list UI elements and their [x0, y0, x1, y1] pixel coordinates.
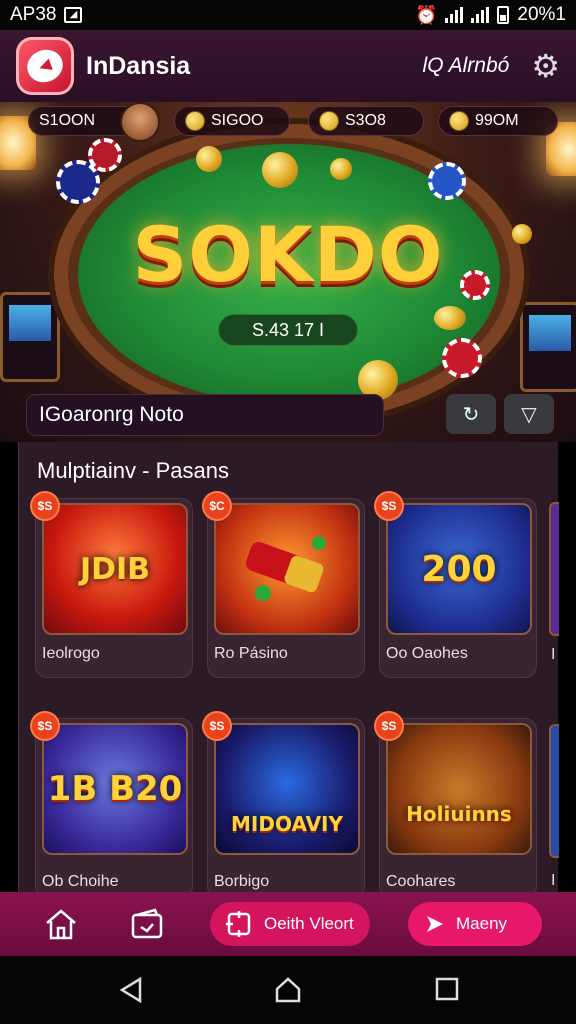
nav-button-menu[interactable]: Maeny — [408, 902, 542, 946]
frame-icon — [226, 911, 251, 937]
game-badge: $S — [376, 713, 402, 739]
send-icon — [427, 916, 443, 932]
game-badge: $S — [376, 493, 402, 519]
recents-icon[interactable] — [434, 976, 460, 1007]
system-nav-bar — [0, 956, 576, 1024]
balance-row: S1OON SIGOO S3O8 99OM — [0, 102, 576, 142]
balance-pill[interactable]: S3O8 — [308, 106, 424, 136]
nav-button-primary[interactable]: Oeith Vleort — [210, 902, 370, 946]
game-card[interactable]: Holiuinns $S Coohares — [376, 713, 537, 898]
game-label: Borbigo — [214, 873, 270, 890]
search-row: IGoaronrg Noto ↻ ▽ — [18, 384, 558, 444]
wallet-icon[interactable] — [128, 906, 166, 942]
app-bar: ◄ InDansia lQ Alrnbó ⚙ — [0, 30, 576, 102]
home-system-icon[interactable] — [274, 976, 302, 1009]
game-card[interactable]: $C Ro Pásino — [204, 493, 365, 678]
slot-machine-decoration — [520, 302, 576, 392]
banner-title: SOKDO — [132, 210, 444, 299]
signal-icon — [445, 7, 464, 23]
game-thumbnail — [214, 503, 360, 635]
nav-button-primary-label: Oeith Vleort — [264, 914, 354, 933]
game-thumbnail: JDIB — [42, 503, 188, 635]
game-label: Ro Pásino — [214, 645, 288, 662]
games-panel: Mulptiainv - Pasans JDIB $S Ieolrogo $C … — [18, 442, 559, 898]
notification-icon: ◢ — [64, 7, 83, 23]
status-time: AP38 — [10, 4, 57, 25]
jackpot-value: S.43 17 I — [218, 314, 358, 346]
back-icon[interactable] — [118, 976, 144, 1009]
coin-icon — [196, 146, 222, 172]
nav-button-menu-label: Maeny — [456, 914, 508, 933]
game-label-peek: I — [551, 872, 556, 889]
signal-icon-2 — [471, 7, 490, 23]
battery-icon — [497, 6, 510, 24]
game-thumbnail: Holiuinns — [386, 723, 532, 855]
game-badge: $S — [32, 713, 58, 739]
search-input[interactable]: IGoaronrg Noto — [26, 394, 384, 436]
game-label: Coohares — [386, 873, 456, 890]
game-badge: $S — [204, 713, 230, 739]
balance-pill[interactable]: 99OM — [438, 106, 558, 136]
slot-machine-decoration — [0, 292, 60, 382]
game-label: Oo Oaohes — [386, 645, 468, 662]
home-icon[interactable] — [42, 906, 80, 942]
game-badge: $S — [32, 493, 58, 519]
coin-icon — [319, 111, 339, 131]
coin-icon — [185, 111, 205, 131]
chip-icon — [428, 162, 466, 200]
game-card-peek[interactable] — [549, 502, 559, 636]
app-title: InDansia — [86, 51, 191, 80]
chevron-down-icon[interactable]: ▽ — [504, 394, 554, 434]
user-label[interactable]: lQ Alrnbó — [423, 54, 510, 78]
game-thumbnail: 200 — [386, 503, 532, 635]
battery-percent: 20%1 — [517, 4, 566, 25]
coin-icon — [330, 158, 352, 180]
gear-icon[interactable]: ⚙ — [531, 50, 560, 82]
game-card[interactable]: MIDOAVIY $S Borbigo — [204, 713, 365, 898]
game-label: Ieolrogo — [42, 645, 100, 662]
game-card-peek[interactable] — [549, 724, 559, 858]
alarm-icon: ⏰ — [414, 4, 438, 25]
chip-icon — [442, 338, 482, 378]
status-bar: AP38 ◢ ⏰ 20%1 — [0, 0, 576, 30]
bottom-nav: Oeith Vleort Maeny — [0, 892, 576, 956]
balance-pill[interactable]: SIGOO — [174, 106, 290, 136]
cannon-icon — [245, 536, 326, 601]
game-card[interactable]: 200 $S Oo Oaohes — [376, 493, 537, 678]
game-thumbnail: MIDOAVIY — [214, 723, 360, 855]
section-title: Mulptiainv - Pasans — [37, 458, 229, 483]
avatar[interactable] — [120, 102, 160, 142]
game-card[interactable]: 1B B20 $S Ob Choihe — [32, 713, 193, 898]
coin-icon — [262, 152, 298, 188]
coin-icon — [449, 111, 469, 131]
game-thumbnail: 1B B20 — [42, 723, 188, 855]
game-label: Ob Choihe — [42, 873, 119, 890]
refresh-icon[interactable]: ↻ — [446, 394, 496, 434]
game-label-peek: I — [551, 646, 556, 663]
chip-icon — [88, 138, 122, 172]
game-card[interactable]: JDIB $S Ieolrogo — [32, 493, 193, 678]
logo-icon[interactable]: ◄ — [16, 37, 74, 95]
game-badge: $C — [204, 493, 230, 519]
coin-icon — [434, 306, 466, 330]
